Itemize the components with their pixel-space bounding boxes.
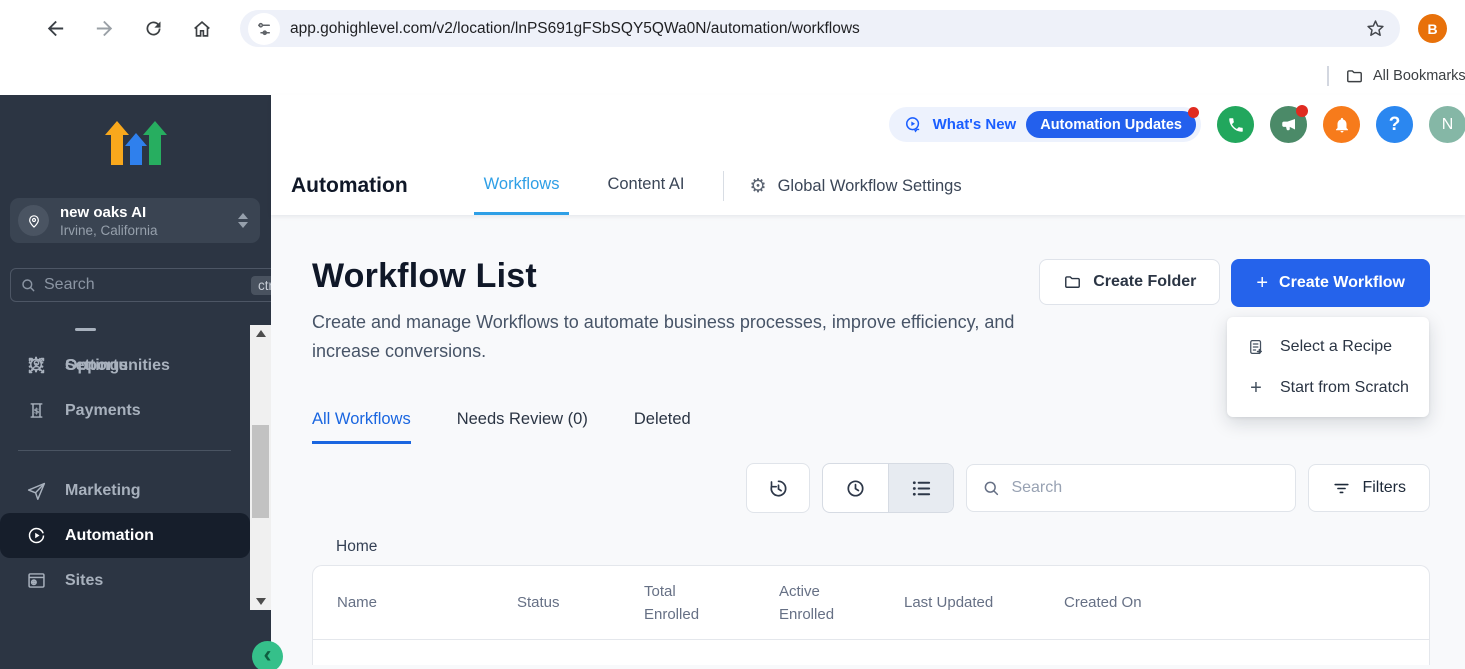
bookmark-star-icon[interactable]: [1360, 14, 1390, 44]
plus-icon: +: [1256, 273, 1268, 293]
list-icon: [910, 477, 933, 500]
folder-icon: [1063, 273, 1082, 292]
tab-deleted[interactable]: Deleted: [634, 410, 691, 444]
gear-icon: ⚙: [24, 355, 48, 376]
user-avatar[interactable]: N: [1429, 106, 1465, 143]
sidebar-item-label: Settings: [65, 357, 128, 375]
page-description: Create and manage Workflows to automate …: [312, 308, 1017, 366]
megaphone-icon: [1280, 116, 1298, 134]
browser-profile-avatar[interactable]: B: [1418, 14, 1447, 43]
breadcrumb[interactable]: Home: [312, 538, 1430, 556]
bell-icon: [1333, 116, 1351, 134]
phone-button[interactable]: [1217, 106, 1254, 143]
bookmarks-divider: [1327, 66, 1329, 86]
forward-icon[interactable]: [87, 12, 121, 46]
whats-new-icon: [903, 115, 923, 135]
create-workflow-button[interactable]: + Create Workflow: [1231, 259, 1430, 307]
sidebar-scrollbar[interactable]: [250, 325, 271, 610]
url-text[interactable]: app.gohighlevel.com/v2/location/lnPS691g…: [290, 20, 1360, 38]
location-switcher[interactable]: new oaks AI Irvine, California: [10, 198, 260, 243]
notifications-button[interactable]: [1323, 106, 1360, 143]
sidebar-search-field[interactable]: [44, 276, 251, 294]
menu-item-select-recipe[interactable]: Select a Recipe: [1227, 326, 1429, 367]
tab-needs-review[interactable]: Needs Review (0): [457, 410, 588, 444]
history-button[interactable]: [746, 463, 810, 513]
tab-content-ai[interactable]: Content AI: [597, 157, 694, 215]
chevron-up-down-icon: [238, 213, 248, 228]
sidebar: new oaks AI Irvine, California ctrl K: [0, 95, 271, 669]
bookmarks-bar: All Bookmarks: [0, 57, 1465, 95]
question-mark-icon: ?: [1389, 114, 1401, 136]
browser-chrome: app.gohighlevel.com/v2/location/lnPS691g…: [0, 0, 1465, 95]
create-folder-button[interactable]: Create Folder: [1039, 259, 1220, 305]
reload-icon[interactable]: [136, 12, 170, 46]
gear-icon: ⚙: [750, 177, 767, 196]
location-pin-icon: [18, 205, 49, 236]
list-toolbar: Filters: [312, 463, 1430, 513]
column-header-total-enrolled: Total Enrolled: [644, 580, 708, 626]
home-icon[interactable]: [185, 12, 219, 46]
list-view-button[interactable]: [888, 464, 953, 512]
gohighlevel-logo-icon: [0, 95, 271, 177]
scroll-down-icon[interactable]: [250, 593, 271, 610]
bookmarks-folder-icon[interactable]: [1345, 67, 1364, 86]
clock-icon: [844, 477, 867, 500]
column-header-status: Status: [517, 594, 644, 611]
workflow-search[interactable]: [966, 464, 1296, 512]
location-city: Irvine, California: [60, 222, 238, 239]
global-workflow-settings-link[interactable]: ⚙ Global Workflow Settings: [750, 157, 962, 215]
sidebar-item-settings[interactable]: ⚙ Settings: [0, 343, 271, 388]
scroll-up-icon[interactable]: [250, 325, 271, 342]
history-icon: [767, 477, 790, 500]
search-icon: [20, 277, 36, 293]
time-view-button[interactable]: [823, 464, 888, 512]
filters-button[interactable]: Filters: [1308, 464, 1430, 512]
column-header-last-updated: Last Updated: [904, 594, 1064, 611]
header-divider: [723, 171, 724, 201]
create-workflow-menu: Select a Recipe + Start from Scratch: [1227, 317, 1429, 417]
whats-new-label[interactable]: What's New: [933, 116, 1017, 133]
announcements-button[interactable]: [1270, 106, 1307, 143]
column-header-name: Name: [337, 594, 517, 611]
scrollbar-thumb[interactable]: [252, 425, 269, 518]
site-settings-icon[interactable]: [248, 13, 280, 45]
browser-toolbar: app.gohighlevel.com/v2/location/lnPS691g…: [0, 0, 1465, 57]
sidebar-collapse-button[interactable]: ‹: [252, 641, 283, 669]
location-name: new oaks AI: [60, 203, 238, 222]
column-header-created-on: Created On: [1064, 594, 1429, 611]
address-bar[interactable]: app.gohighlevel.com/v2/location/lnPS691g…: [240, 10, 1400, 47]
recipe-document-icon: [1246, 338, 1266, 356]
phone-icon: [1227, 116, 1245, 134]
automation-updates-badge[interactable]: Automation Updates: [1026, 111, 1196, 138]
workflow-search-field[interactable]: [1011, 479, 1280, 497]
help-button[interactable]: ?: [1376, 106, 1413, 143]
table-header-row: Name Status Total Enrolled Active Enroll…: [313, 566, 1429, 640]
plus-icon: +: [1246, 378, 1266, 398]
workflows-table: Name Status Total Enrolled Active Enroll…: [312, 565, 1430, 665]
column-header-active-enrolled: Active Enrolled: [779, 580, 843, 626]
tab-all-workflows[interactable]: All Workflows: [312, 410, 411, 444]
sidebar-search-input[interactable]: ctrl K: [10, 268, 303, 302]
workflow-list-page: Workflow List Create and manage Workflow…: [271, 215, 1465, 669]
search-icon: [982, 479, 1000, 497]
filter-icon: [1332, 479, 1351, 498]
notification-dot: [1296, 105, 1308, 117]
page-title: Workflow List: [312, 257, 1017, 296]
view-toggle: [822, 463, 954, 513]
section-title: Automation: [291, 157, 408, 215]
tab-workflows[interactable]: Workflows: [474, 157, 570, 215]
table-body: [313, 640, 1429, 665]
whats-new-pill[interactable]: What's New Automation Updates: [889, 107, 1201, 142]
notification-dot: [1188, 107, 1199, 118]
partially-scrolled-item: [75, 328, 96, 331]
back-icon[interactable]: [38, 12, 72, 46]
menu-item-start-from-scratch[interactable]: + Start from Scratch: [1227, 367, 1429, 408]
all-bookmarks-label[interactable]: All Bookmarks: [1373, 68, 1465, 84]
page-header: What's New Automation Updates: [271, 95, 1465, 215]
